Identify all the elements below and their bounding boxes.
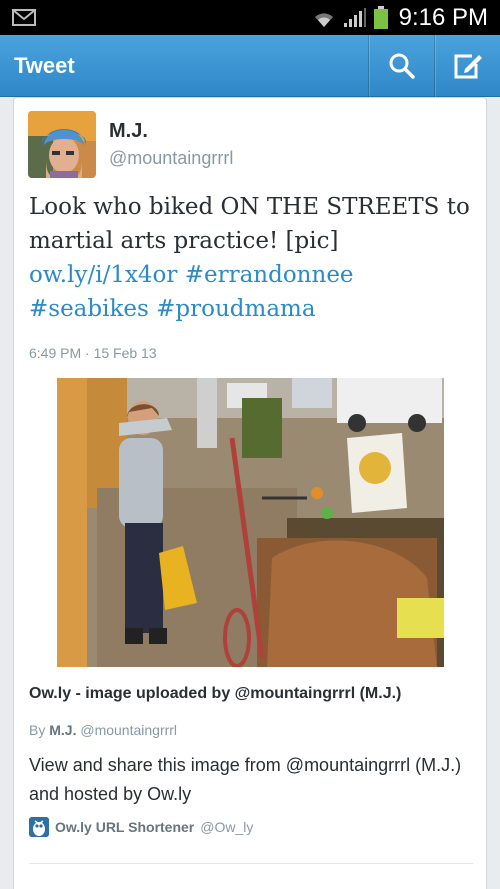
link-card-title[interactable]: Ow.ly - image uploaded by @mountaingrrrl… — [29, 685, 401, 703]
compose-button[interactable] — [434, 35, 500, 97]
divider — [29, 863, 473, 864]
byline-handle[interactable]: @mountaingrrrl — [80, 722, 177, 738]
site-name: Ow.ly URL Shortener — [55, 819, 195, 835]
tweet-link[interactable]: ow.ly/i/1x4or — [29, 262, 177, 288]
hashtag-errandonnee[interactable]: #errandonnee — [185, 262, 354, 288]
tweet-timestamp: 6:49 PM · 15 Feb 13 — [29, 345, 157, 361]
search-icon — [389, 53, 415, 79]
status-icons: 9:16 PM — [311, 0, 488, 35]
action-bar: Tweet — [0, 35, 500, 97]
link-card-byline: By M.J. @mountaingrrrl — [29, 722, 177, 738]
tweet-body: Look who biked ON THE STREETS to martial… — [29, 194, 470, 254]
avatar[interactable] — [28, 111, 96, 178]
battery-icon — [373, 5, 388, 29]
signal-icon — [343, 7, 366, 27]
byline-name[interactable]: M.J. — [49, 722, 76, 738]
link-card-site[interactable]: Ow.ly URL Shortener @Ow_ly — [29, 817, 253, 837]
page-title: Tweet — [14, 53, 75, 78]
compose-icon — [454, 54, 482, 79]
hashtag-seabikes[interactable]: #seabikes — [29, 296, 149, 322]
status-bar: 9:16 PM — [0, 0, 500, 35]
mail-icon — [12, 9, 36, 26]
wifi-icon — [314, 12, 333, 27]
link-card-description: View and share this image from @mountain… — [29, 755, 462, 804]
tweet-text: Look who biked ON THE STREETS to martial… — [29, 190, 479, 326]
owly-logo-icon — [29, 817, 49, 837]
tweet-card: M.J. @mountaingrrrl Look who biked ON TH… — [13, 97, 487, 889]
author-name[interactable]: M.J. — [109, 120, 148, 143]
clock: 9:16 PM — [398, 3, 488, 31]
tweet-photo[interactable] — [57, 378, 444, 667]
site-handle[interactable]: @Ow_ly — [200, 819, 253, 835]
byline-prefix: By — [29, 722, 46, 738]
search-button[interactable] — [368, 35, 434, 97]
hashtag-proudmama[interactable]: #proudmama — [156, 296, 315, 322]
author-handle[interactable]: @mountaingrrrl — [109, 148, 233, 169]
